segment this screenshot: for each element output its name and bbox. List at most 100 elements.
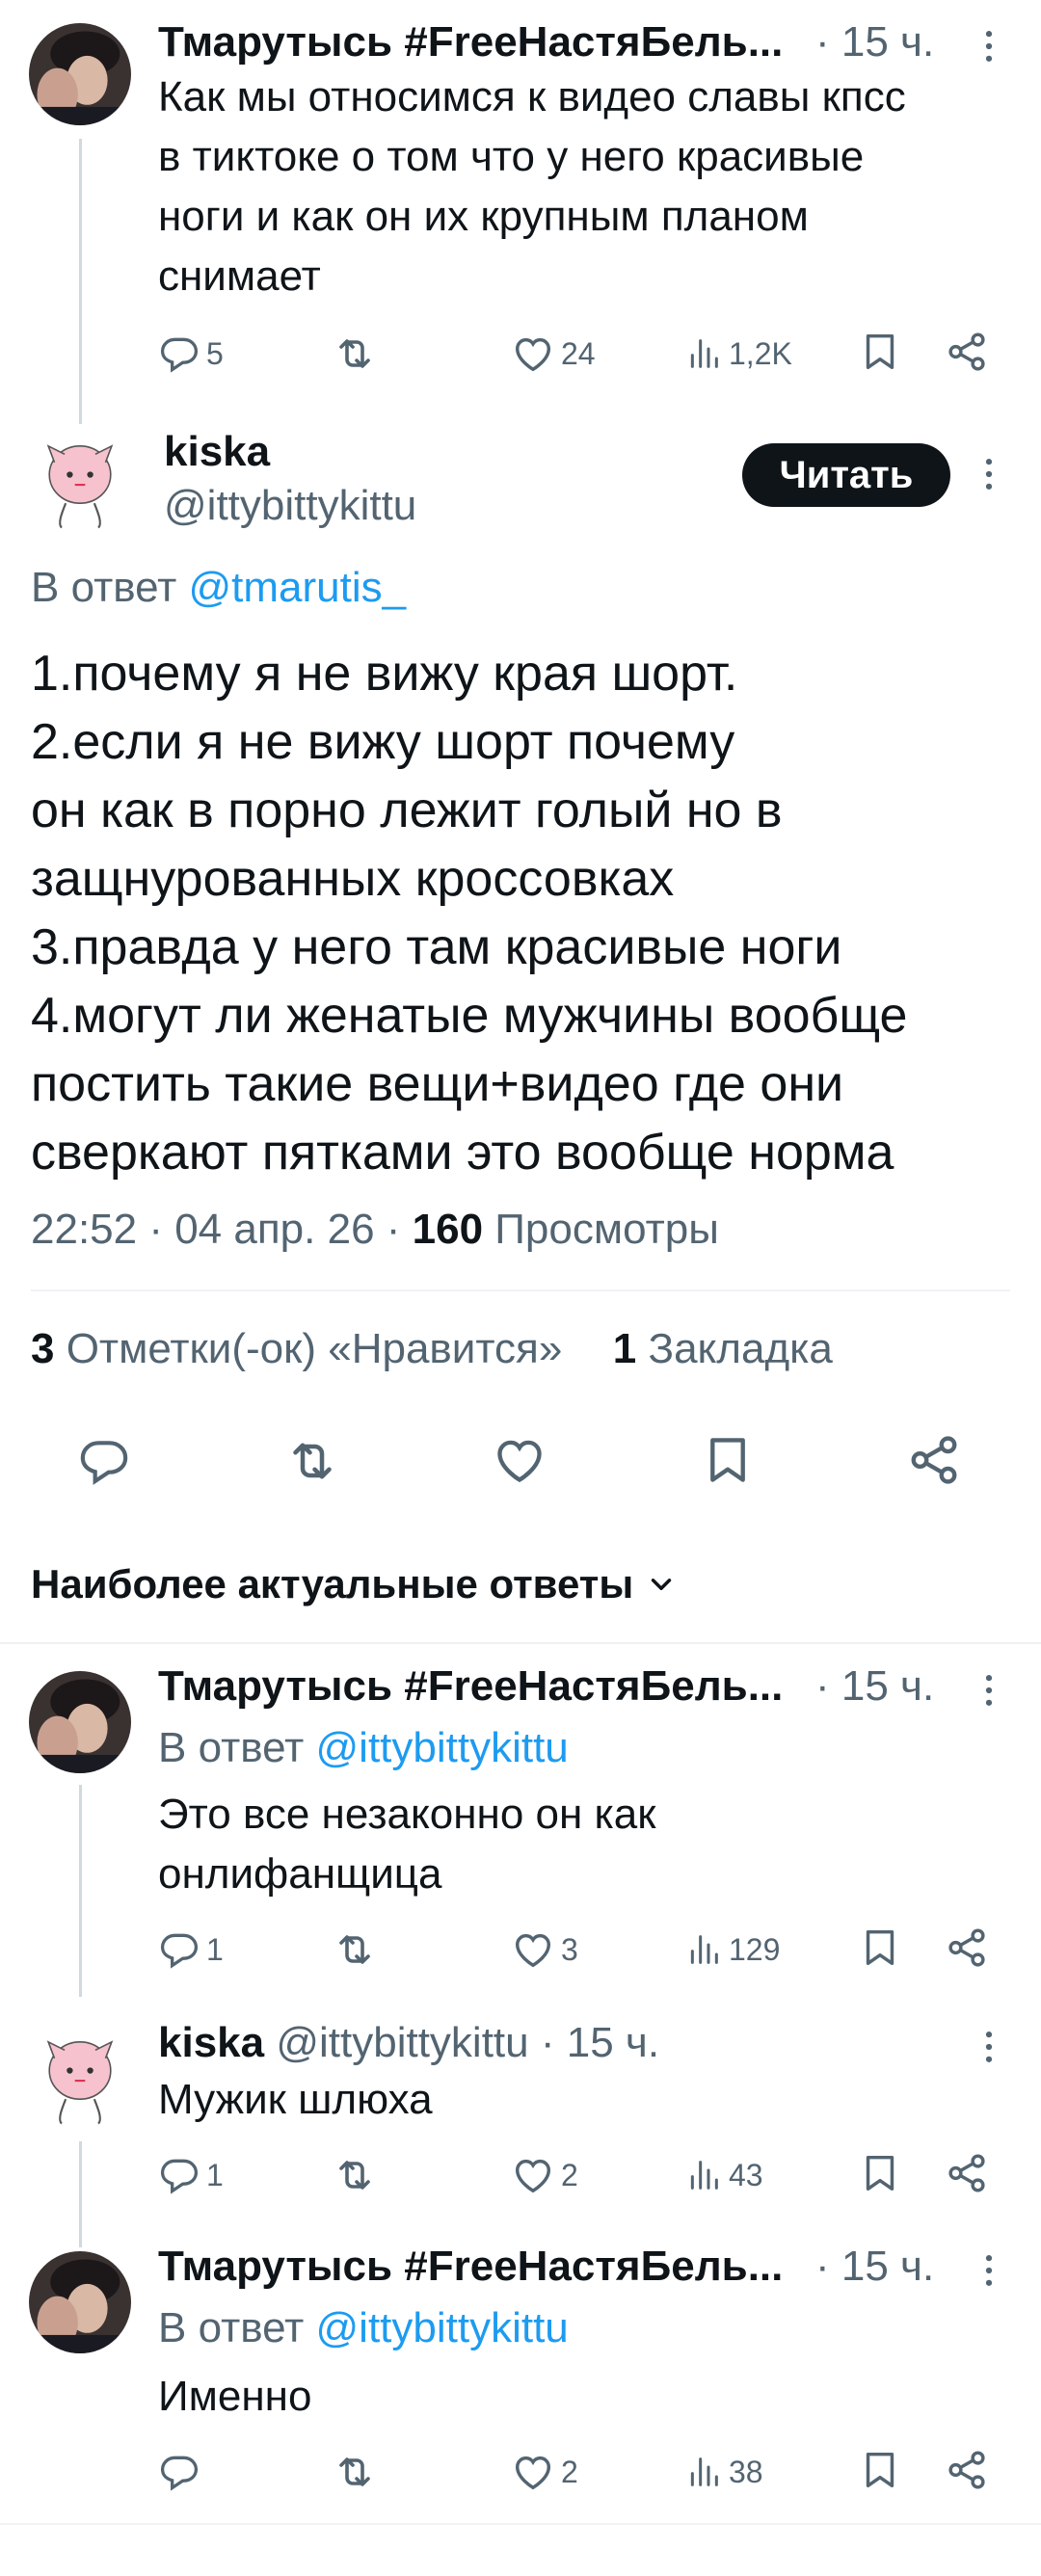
bookmark-icon[interactable] (858, 1925, 902, 1970)
reply-button[interactable]: 1 (158, 1925, 224, 1974)
more-icon[interactable] (968, 25, 1010, 67)
author-handle[interactable]: @ittybittykittu (164, 478, 416, 534)
like-button[interactable]: 2 (511, 2151, 578, 2199)
views-count: 43 (729, 2157, 763, 2192)
avatar[interactable] (29, 1671, 131, 1773)
retweet-button[interactable] (332, 2151, 378, 2199)
reply-to-link[interactable]: @tmarutis_ (189, 564, 407, 611)
views-button[interactable]: 129 (684, 1925, 780, 1974)
tweet-time[interactable]: · 15 ч. (815, 13, 934, 71)
avatar[interactable] (29, 432, 131, 534)
views-icon (684, 1930, 723, 1969)
like-count: 2 (561, 2157, 578, 2192)
reply-button[interactable]: 1 (158, 2151, 224, 2199)
retweet-button[interactable] (332, 1925, 378, 1974)
tweet-meta: 22:52 · 04 апр. 26 · 160 Просмотры (31, 1201, 719, 1259)
heart-icon[interactable] (492, 1432, 547, 1488)
like-button[interactable]: 24 (511, 330, 596, 378)
retweet-button[interactable] (332, 2448, 378, 2496)
author-name[interactable]: kiska (158, 2019, 264, 2066)
thread-line (79, 2141, 82, 2247)
reply-button[interactable]: 5 (158, 330, 224, 378)
tweet-text-line: 2.если я не вижу шорт почему (31, 714, 735, 770)
views-icon (684, 2156, 723, 2194)
tweet-stats: 3 Отметки(-ок) «Нравится» 1 Закладка (31, 1320, 833, 1378)
bookmarks-stat[interactable]: 1 Закладка (613, 1325, 833, 1372)
bookmark-icon[interactable] (858, 330, 902, 374)
reply-to-link[interactable]: @ittybittykittu (316, 1724, 569, 1771)
divider (0, 1642, 1041, 1644)
tweet-text-line: защнурованных кроссовках (31, 851, 675, 907)
tweet-text-line: сверкают пятками это вообще норма (31, 1125, 894, 1181)
bookmark-icon[interactable] (858, 2151, 902, 2195)
share-icon[interactable] (945, 2151, 989, 2195)
reply-count: 5 (206, 335, 224, 371)
avatar[interactable] (29, 2251, 131, 2353)
reply-to-prefix: В ответ (158, 1724, 316, 1771)
tweet-header: kiska @ittybittykittu · 15 ч. (158, 2014, 659, 2072)
replies-sort-dropdown[interactable]: Наиболее актуальные ответы (31, 1555, 678, 1613)
heart-icon (511, 332, 555, 376)
thread-line (79, 1785, 82, 1997)
divider (0, 2523, 1041, 2525)
retweet-icon (332, 2449, 378, 2495)
bookmark-icon[interactable] (858, 2448, 902, 2492)
retweet-button[interactable] (332, 330, 378, 378)
reply-icon (158, 2154, 200, 2196)
tweet-time[interactable]: · 15 ч. (815, 1658, 934, 1715)
like-button[interactable]: 3 (511, 1925, 578, 1974)
author-name[interactable]: Тмарутысь #FreeНастяБель... (158, 2238, 783, 2296)
more-icon[interactable] (968, 1669, 1010, 1712)
share-icon[interactable] (945, 330, 989, 374)
more-icon[interactable] (968, 453, 1010, 495)
more-icon[interactable] (968, 2249, 1010, 2292)
retweet-icon[interactable] (283, 1432, 341, 1490)
share-icon[interactable] (945, 2448, 989, 2492)
tweet-text: Именно (158, 2373, 312, 2420)
views-count: 38 (729, 2454, 763, 2489)
share-icon[interactable] (945, 1925, 989, 1970)
tweet-text-line: снимает (158, 252, 321, 300)
avatar[interactable] (29, 23, 131, 125)
reply-button[interactable] (158, 2448, 200, 2496)
follow-button[interactable]: Читать (742, 443, 950, 507)
more-icon[interactable] (968, 2026, 1010, 2068)
views-button[interactable]: 43 (684, 2151, 763, 2199)
bookmarks-count: 1 (612, 1325, 637, 1372)
tweet-text: Это все незаконно он как онлифанщица (158, 1785, 1006, 1904)
author-name[interactable]: kiska (164, 424, 270, 480)
reply-to-link[interactable]: @ittybittykittu (316, 2304, 569, 2351)
like-button[interactable]: 2 (511, 2448, 578, 2496)
like-count: 24 (561, 335, 596, 371)
tweet-text-line: постить такие вещи+видео где они (31, 1056, 844, 1112)
reply-count: 1 (206, 1931, 224, 1967)
bookmark-icon[interactable] (700, 1432, 756, 1488)
reply-to-prefix: В ответ (158, 2304, 316, 2351)
views-count: 129 (729, 1931, 781, 1967)
author-name[interactable]: Тмарутысь #FreeНастяБель... (158, 13, 783, 71)
tweet-text-line: в тиктоке о том что у него красивые (158, 133, 865, 180)
views-button[interactable]: 1,2K (684, 330, 792, 378)
tweet-time[interactable]: · 15 ч. (815, 2238, 934, 2296)
heart-icon (511, 2153, 555, 2197)
reply-count: 1 (206, 2157, 224, 2192)
author-name[interactable]: Тмарутысь #FreeНастяБель... (158, 1658, 783, 1715)
heart-icon (511, 1927, 555, 1972)
tweet-timestamp[interactable]: 22:52 · 04 апр. 26 · (31, 1206, 413, 1253)
likes-label: Отметки(-ок) «Нравится» (54, 1325, 563, 1372)
tweet-text-line: 3.правда у него там красивые ноги (31, 919, 842, 975)
tweet-time[interactable]: · 15 ч. (541, 2019, 659, 2066)
tweet-text: 1.почему я не вижу края шорт. 2.если я н… (31, 640, 1014, 1187)
likes-stat[interactable]: 3 Отметки(-ок) «Нравится» (31, 1325, 562, 1372)
avatar[interactable] (29, 2028, 131, 2130)
likes-count: 3 (31, 1325, 55, 1372)
author-handle[interactable]: @ittybittykittu (276, 2019, 528, 2066)
reply-icon[interactable] (77, 1434, 131, 1488)
tweet-text-line: Это все незаконно он как (158, 1791, 656, 1838)
divider (31, 1289, 1010, 1291)
reply-to: В ответ @ittybittykittu (158, 2299, 569, 2357)
reply-icon (158, 332, 200, 375)
views-count: 1,2K (729, 335, 792, 371)
share-icon[interactable] (906, 1432, 962, 1488)
views-button[interactable]: 38 (684, 2448, 763, 2496)
